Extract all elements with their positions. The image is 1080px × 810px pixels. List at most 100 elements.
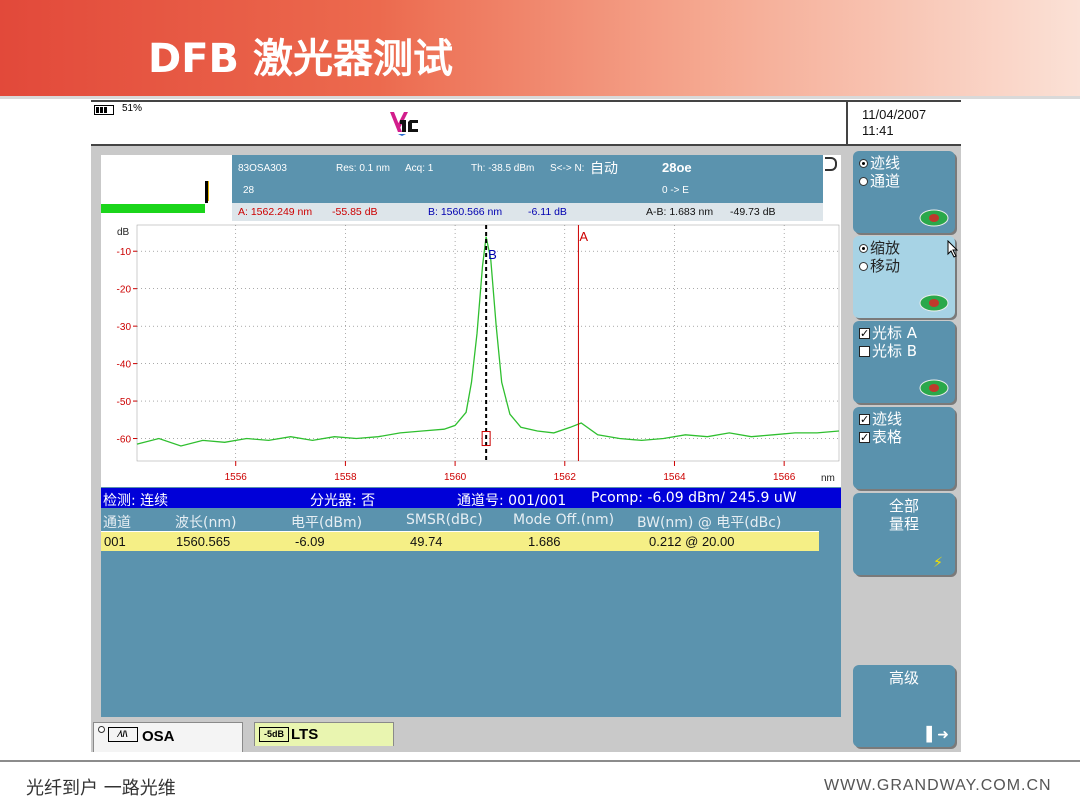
pcomp-value: Pcomp: -6.09 dBm/ 245.9 uW — [591, 490, 797, 506]
mouse-pointer-icon — [947, 240, 959, 258]
range-indicator: 0 -> E — [662, 185, 689, 196]
trace-count: 28 — [243, 185, 255, 196]
header-channel: 通道 — [103, 515, 131, 531]
footer-slogan: 光纤到户 一路光维 — [26, 778, 176, 799]
channel-number: 通道号: 001/001 — [457, 493, 567, 509]
battery-percent: 51% — [122, 103, 143, 114]
option-show-trace[interactable]: ✓ 迹线 — [859, 411, 902, 427]
y-axis-label: dB — [117, 227, 130, 238]
tab-lts-label: LTS — [291, 726, 319, 743]
module-model: 83OSA303 — [238, 163, 287, 174]
full-span-line1: 全部 — [888, 497, 919, 515]
checkbox-checked-icon: ✓ — [859, 412, 870, 426]
header-wavelength: 波长(nm) — [175, 515, 237, 531]
footer-website[interactable]: WWW.GRANDWAY.COM.CN — [824, 777, 1052, 795]
battery-icon — [94, 105, 114, 115]
x-axis-label: nm — [821, 473, 835, 484]
navigation-pad-icon — [919, 379, 949, 397]
option-cursor-b[interactable]: 光标 B — [859, 343, 917, 359]
detect-mode: 检测: 连续 — [103, 493, 169, 509]
option-cursor-a[interactable]: ✓ 光标 A — [859, 325, 917, 341]
x-tick-label: 1562 — [554, 472, 577, 483]
instrument-status-bar: 51% 11/04/2007 11:41 — [91, 100, 961, 146]
y-tick-label: -50 — [117, 397, 132, 408]
overview-zoom-marker-edge — [208, 181, 209, 201]
spectrum-chart[interactable]: -10 -20 -30 -40 -50 -60 1556 1558 1560 1562 1564 15… — [101, 221, 841, 487]
x-tick-label: 1558 — [334, 472, 357, 483]
resolution: Res: 0.1 nm — [336, 163, 390, 174]
cursor-b-wavelength: B: 1560.566 nm — [428, 206, 503, 218]
cell-wavelength: 1560.565 — [176, 534, 231, 549]
y-tick-label: -60 — [117, 435, 132, 446]
cell-bandwidth: 0.212 @ 20.00 — [649, 534, 735, 549]
option-move[interactable]: 移动 — [859, 258, 900, 274]
option-channel[interactable]: 通道 — [859, 173, 900, 189]
softkey-cursors[interactable]: ✓ 光标 A 光标 B — [853, 321, 955, 403]
option-trace[interactable]: 迹线 — [859, 155, 900, 171]
table-row[interactable]: 001 1560.565 -6.09 49.74 1.686 0.212 @ 2… — [101, 531, 819, 551]
full-span-line2: 量程 — [888, 515, 919, 533]
softkey-advanced[interactable]: 高级 ▌➜ — [853, 665, 955, 747]
cell-smsr: 49.74 — [410, 534, 443, 549]
checkbox-icon — [859, 345, 870, 357]
measurement-summary-bar: 检测: 连续 分光器: 否 通道号: 001/001 Pcomp: -6.09 … — [101, 488, 841, 509]
y-tick-label: -40 — [117, 360, 132, 371]
x-tick-label: 1560 — [444, 472, 467, 483]
acquisition-count: Acq: 1 — [405, 163, 434, 174]
x-tick-label: 1556 — [225, 472, 248, 483]
x-tick-label: 1564 — [663, 472, 686, 483]
advanced-label: 高级 — [888, 669, 919, 687]
y-tick-label: -20 — [117, 285, 132, 296]
banner-divider — [0, 96, 1080, 99]
option-zoom[interactable]: 缩放 — [859, 240, 900, 256]
slide-title: DFB 激光器测试 — [148, 36, 453, 82]
lts-attenuation-icon: -5dB — [259, 727, 289, 742]
navigation-pad-icon — [919, 209, 949, 227]
softkey-trace-channel[interactable]: 迹线 通道 — [853, 151, 955, 233]
x-tick-label: 1566 — [773, 472, 796, 483]
y-tick-label: -10 — [117, 247, 132, 258]
snr-mode: 自动 — [590, 161, 618, 177]
temperature-readout: 28oe — [662, 160, 692, 175]
threshold: Th: -38.5 dBm — [471, 163, 535, 174]
cell-mode-offset: 1.686 — [528, 534, 561, 549]
overview-minimap[interactable] — [101, 155, 232, 221]
panel-corner — [823, 155, 841, 221]
radio-selected-icon — [859, 243, 868, 253]
date-time-display: 11/04/2007 11:41 — [846, 102, 926, 146]
option-show-table[interactable]: ✓ 表格 — [859, 429, 902, 445]
cursor-b-level: -6.11 dB — [528, 206, 567, 218]
cursor-b-label: B — [488, 247, 497, 262]
overview-trace — [101, 204, 205, 213]
radio-selected-icon — [859, 158, 868, 168]
app-tabs: ⁄\/\ OSA -5dB LTS — [91, 720, 851, 752]
softkey-full-span[interactable]: 全部 量程 ⚡ — [853, 493, 955, 575]
date-text: 11/04/2007 — [862, 107, 927, 122]
checkbox-checked-icon: ✓ — [859, 326, 870, 340]
tab-osa[interactable]: ⁄\/\ OSA — [93, 722, 243, 752]
header-bandwidth: BW(nm) @ 电平(dBc) — [637, 515, 782, 531]
active-tab-indicator — [98, 726, 105, 733]
spectrum-plot[interactable]: -10 -20 -30 -40 -50 -60 1556 1558 1560 1562 1564 15… — [101, 221, 841, 487]
cursor-a-wavelength: A: 1562.249 nm — [238, 206, 313, 218]
cell-level: -6.09 — [295, 534, 325, 549]
navigation-pad-icon — [919, 294, 949, 312]
header-level: 电平(dBm) — [291, 515, 363, 531]
checkbox-checked-icon: ✓ — [859, 430, 870, 444]
cursor-a-label: A — [579, 229, 588, 244]
results-table-header: 通道 波长(nm) 电平(dBm) SMSR(dBc) Mode Off.(nm… — [101, 510, 823, 531]
softkey-zoom-move[interactable]: 缩放 移动 — [853, 236, 959, 318]
tab-osa-label: OSA — [142, 728, 175, 745]
footer-divider — [0, 760, 1080, 762]
softkey-trace-table[interactable]: ✓ 迹线 ✓ 表格 — [853, 407, 955, 489]
tab-lts[interactable]: -5dB LTS — [254, 722, 394, 746]
y-tick-label: -30 — [117, 322, 132, 333]
cursor-readout-row: A: 1562.249 nm -55.85 dB B: 1560.566 nm … — [232, 203, 823, 221]
cursor-a-level: -55.85 dB — [332, 206, 378, 218]
osa-trace-icon: ⁄\/\ — [108, 727, 138, 742]
time-text: 11:41 — [862, 123, 894, 138]
cursor-delta-level: -49.73 dB — [730, 206, 776, 218]
cell-channel: 001 — [104, 534, 126, 549]
exit-arrow-icon: ▌➜ — [926, 727, 950, 743]
cursor-delta-wavelength: A-B: 1.683 nm — [646, 206, 714, 218]
